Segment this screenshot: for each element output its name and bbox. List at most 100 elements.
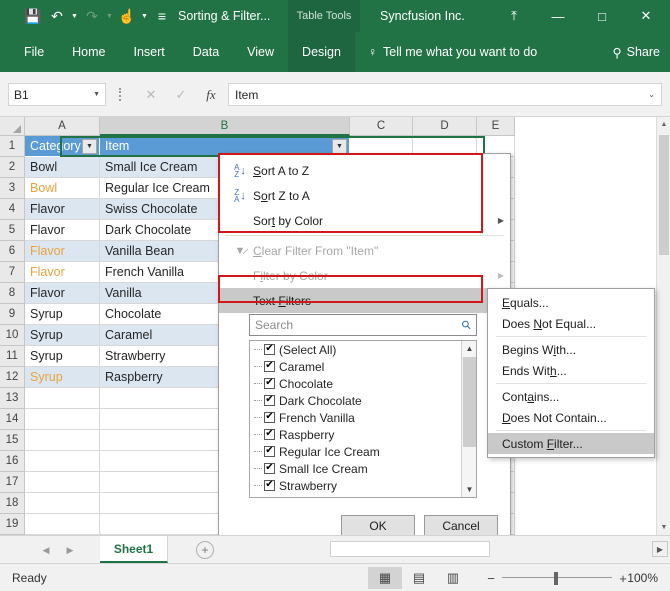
list-item[interactable]: Chocolate xyxy=(250,375,476,392)
row-header[interactable]: 13 xyxy=(0,388,25,409)
row-header[interactable]: 7 xyxy=(0,262,25,283)
ribbon-display-options-icon[interactable]: ⤒ xyxy=(492,0,536,32)
cell-category[interactable]: Syrup xyxy=(25,367,100,388)
undo-icon[interactable]: ↶ xyxy=(46,3,68,29)
list-item[interactable]: (Select All) xyxy=(250,341,476,358)
row-header[interactable]: 9 xyxy=(0,304,25,325)
submenu-item-does-not-equal[interactable]: Does Not Equal...Does Not Equal... xyxy=(488,313,654,334)
tell-me-box[interactable]: ♀ Tell me what you want to do xyxy=(368,32,537,72)
undo-dropdown-icon[interactable]: ▼ xyxy=(70,13,79,20)
filter-dropdown-icon-category[interactable]: ▼ xyxy=(82,139,97,154)
name-box[interactable]: B1 ▼ xyxy=(8,83,106,106)
cell-a[interactable] xyxy=(25,388,100,409)
column-header-a[interactable]: A xyxy=(25,117,100,136)
ok-button[interactable]: OK xyxy=(341,515,415,537)
row-header[interactable]: 16 xyxy=(0,451,25,472)
tab-home[interactable]: Home xyxy=(58,32,119,72)
row-header[interactable]: 11 xyxy=(0,346,25,367)
cell-a1[interactable]: Category ▼ xyxy=(25,136,100,157)
menu-item-sort-by-color[interactable]: Sort by ColorSort by Color ▶ xyxy=(219,208,510,233)
tab-design[interactable]: Design xyxy=(288,32,355,72)
checkbox[interactable] xyxy=(264,395,275,406)
list-item[interactable]: Dark Chocolate xyxy=(250,392,476,409)
list-item[interactable]: Raspberry xyxy=(250,426,476,443)
scroll-right-icon[interactable]: ▶ xyxy=(652,541,668,557)
page-layout-view-icon[interactable]: ▤ xyxy=(402,567,436,589)
vertical-scrollbar[interactable]: ▲ ▼ xyxy=(656,117,670,535)
cell-category[interactable]: Flavor xyxy=(25,241,100,262)
row-header[interactable]: 5 xyxy=(0,220,25,241)
row-header[interactable]: 15 xyxy=(0,430,25,451)
checkbox[interactable] xyxy=(264,446,275,457)
column-header-c[interactable]: C xyxy=(350,117,413,136)
normal-view-icon[interactable]: ▦ xyxy=(368,567,402,589)
checkbox[interactable] xyxy=(264,497,275,498)
cell-category[interactable]: Bowl xyxy=(25,178,100,199)
zoom-out-button[interactable]: − xyxy=(480,571,502,586)
row-header[interactable]: 12 xyxy=(0,367,25,388)
tab-file[interactable]: File xyxy=(10,32,58,72)
cell-a[interactable] xyxy=(25,514,100,535)
minimize-icon[interactable]: — xyxy=(536,0,580,32)
sheet-tab-sheet1[interactable]: Sheet1 xyxy=(100,536,168,563)
scroll-up-icon[interactable]: ▲ xyxy=(657,117,670,132)
cancel-button[interactable]: Cancel xyxy=(424,515,498,537)
formula-input[interactable]: Item ⌄ xyxy=(228,83,662,106)
checkbox[interactable] xyxy=(264,463,275,474)
list-scroll-up-icon[interactable]: ▲ xyxy=(462,341,477,356)
save-icon[interactable]: 💾 xyxy=(22,3,44,29)
list-item[interactable]: Caramel xyxy=(250,358,476,375)
checkbox[interactable] xyxy=(264,344,275,355)
menu-item-sort-a-to-z[interactable]: AZ↓ SSort A to Zort A to Z xyxy=(219,158,510,183)
menu-item-sort-z-to-a[interactable]: ZA↓ Sort Z to ASort Z to A xyxy=(219,183,510,208)
submenu-item-begins-with[interactable]: Begins With...Begins With... xyxy=(488,339,654,360)
filter-value-list[interactable]: (Select All) Caramel Chocolate Dark Choc… xyxy=(249,340,477,498)
close-icon[interactable]: ✕ xyxy=(624,0,668,32)
cell-category[interactable]: Syrup xyxy=(25,325,100,346)
cell-a[interactable] xyxy=(25,451,100,472)
checkbox[interactable] xyxy=(264,361,275,372)
submenu-item-contains[interactable]: Contains...Contains... xyxy=(488,386,654,407)
submenu-item-custom-filter[interactable]: Custom Filter...Custom Filter... xyxy=(488,433,654,454)
maximize-icon[interactable]: □ xyxy=(580,0,624,32)
list-scrollbar-thumb[interactable] xyxy=(463,357,476,447)
menu-item-text-filters[interactable]: Text FiltersText Filters ▶ xyxy=(219,288,510,313)
search-input[interactable] xyxy=(255,318,462,332)
cell-category[interactable]: Syrup xyxy=(25,346,100,367)
submenu-item-ends-with[interactable]: Ends With...Ends With... xyxy=(488,360,654,381)
cell-a[interactable] xyxy=(25,409,100,430)
customize-quick-access-toolbar-icon[interactable]: ≡ xyxy=(151,3,173,29)
tab-view[interactable]: View xyxy=(233,32,288,72)
cell-category[interactable]: Flavor xyxy=(25,199,100,220)
submenu-item-equals[interactable]: Equals...Equals... xyxy=(488,292,654,313)
cell-category[interactable]: Flavor xyxy=(25,283,100,304)
list-item[interactable]: Swiss Chocolate xyxy=(250,494,476,498)
list-scroll-down-icon[interactable]: ▼ xyxy=(462,482,477,497)
chevron-down-icon[interactable]: ▼ xyxy=(93,91,100,98)
column-header-d[interactable]: D xyxy=(413,117,477,136)
row-header[interactable]: 17 xyxy=(0,472,25,493)
checkbox[interactable] xyxy=(264,429,275,440)
cell-category[interactable]: Bowl xyxy=(25,157,100,178)
cell-category[interactable]: Flavor xyxy=(25,262,100,283)
list-item[interactable]: Regular Ice Cream xyxy=(250,443,476,460)
column-header-b[interactable]: B xyxy=(100,117,350,136)
cell-a[interactable] xyxy=(25,430,100,451)
previous-sheet-icon[interactable]: ◀ xyxy=(36,541,56,559)
submenu-item-does-not-contain[interactable]: Does Not Contain...Does Not Contain... xyxy=(488,407,654,428)
column-header-e[interactable]: E xyxy=(477,117,515,136)
checkbox[interactable] xyxy=(264,480,275,491)
select-all-corner[interactable] xyxy=(0,117,25,136)
list-item[interactable]: Small Ice Cream xyxy=(250,460,476,477)
next-sheet-icon[interactable]: ▶ xyxy=(60,541,80,559)
filter-dropdown-icon-item[interactable]: ▼ xyxy=(332,139,347,154)
list-item[interactable]: French Vanilla xyxy=(250,409,476,426)
row-header[interactable]: 8 xyxy=(0,283,25,304)
horizontal-scrollbar[interactable] xyxy=(330,541,648,557)
filter-search-box[interactable]: ⚲ xyxy=(249,314,477,336)
touch-mode-dropdown-icon[interactable]: ▼ xyxy=(140,13,149,20)
tab-insert[interactable]: Insert xyxy=(120,32,179,72)
list-item[interactable]: Strawberry xyxy=(250,477,476,494)
cell-category[interactable]: Flavor xyxy=(25,220,100,241)
checkbox[interactable] xyxy=(264,378,275,389)
